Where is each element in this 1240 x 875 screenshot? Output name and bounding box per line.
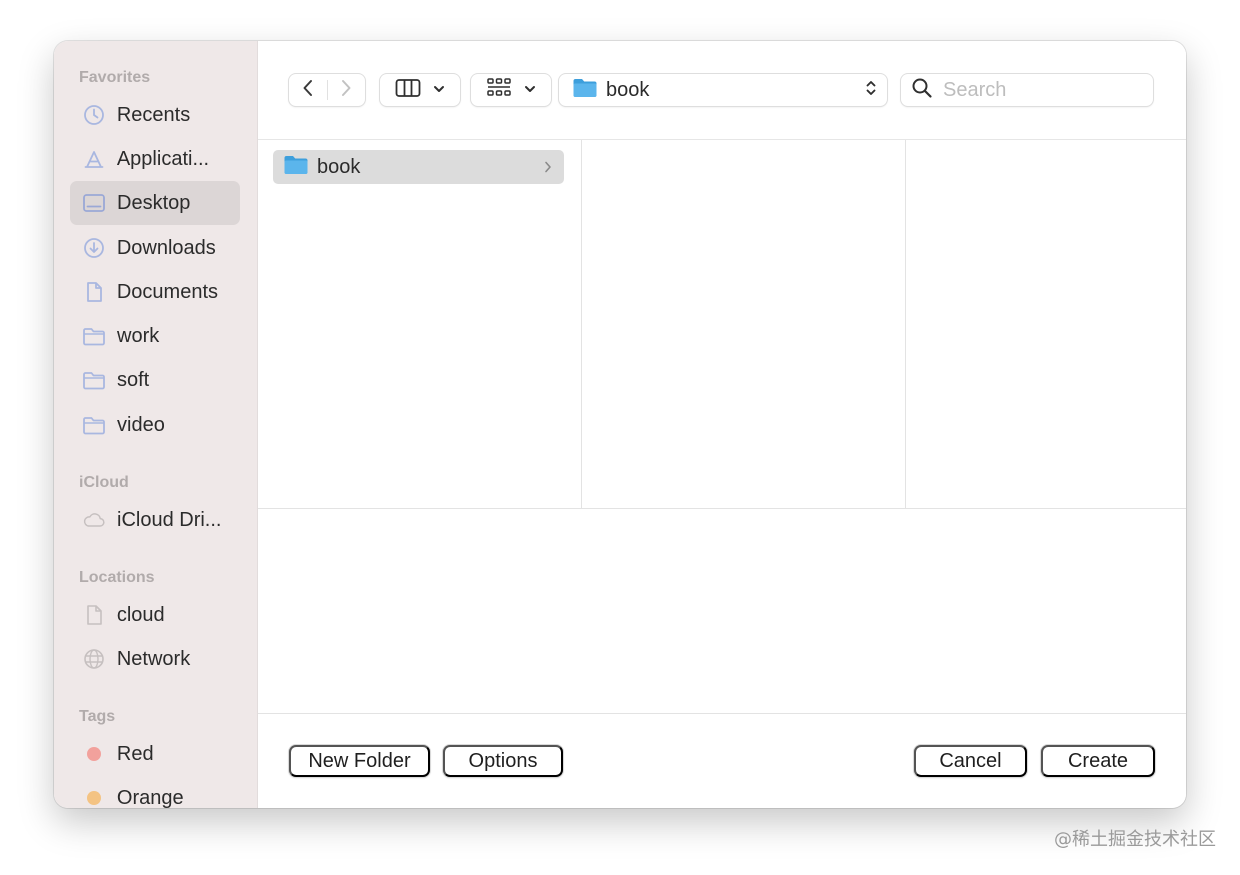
sidebar: Favorites Recents Applicati... Desktop D… [54, 41, 258, 808]
search-input[interactable] [941, 77, 1145, 103]
grid-icon [486, 77, 512, 104]
sidebar-item-label: Desktop [117, 191, 191, 214]
chevron-down-icon [524, 81, 536, 99]
forward-button[interactable] [327, 74, 365, 106]
chevron-right-icon [538, 160, 558, 174]
sidebar-item-label: Red [116, 742, 154, 765]
browser-column-3[interactable] [906, 140, 1186, 508]
sidebar-item-label: video [117, 413, 165, 436]
location-popup[interactable]: book [559, 74, 887, 106]
clock-icon [82, 103, 106, 127]
folder-icon [82, 368, 106, 392]
sidebar-item-soft[interactable]: soft [70, 358, 240, 402]
browser-column-1: book [258, 140, 582, 508]
sidebar-item-recents[interactable]: Recents [70, 93, 240, 137]
chevron-right-icon [340, 78, 352, 103]
folder-icon [283, 154, 309, 181]
sidebar-section-locations: Locations [79, 569, 155, 586]
column-view-button[interactable] [380, 74, 460, 106]
list-item-label: book [317, 155, 361, 178]
search-field[interactable] [901, 74, 1153, 106]
back-button[interactable] [289, 74, 327, 106]
chevron-left-icon [302, 78, 314, 103]
sidebar-item-documents[interactable]: Documents [70, 270, 240, 314]
group-by-button[interactable] [471, 74, 551, 106]
sidebar-item-label: cloud [116, 603, 165, 626]
cloud-icon [82, 508, 106, 532]
chevron-up-down-icon [865, 78, 877, 103]
watermark: @稀土掘金技术社区 [1054, 829, 1216, 850]
red-tag-dot-icon [87, 747, 101, 761]
sidebar-item-icloud-drive[interactable]: iCloud Dri... [70, 498, 240, 542]
folder-icon [82, 324, 106, 348]
download-icon [82, 236, 106, 260]
sidebar-item-cloud[interactable]: cloud [70, 593, 240, 637]
sidebar-item-label: Documents [116, 280, 218, 303]
toolbar: book [258, 41, 1186, 140]
sidebar-item-label: iCloud Dri... [117, 508, 222, 531]
sidebar-item-desktop[interactable]: Desktop [70, 181, 240, 225]
browser-column-2[interactable] [582, 140, 906, 508]
sidebar-section-tags: Tags [79, 708, 116, 725]
applications-icon [82, 147, 106, 171]
document-icon [82, 280, 106, 304]
sidebar-section-icloud: iCloud [79, 474, 129, 491]
folder-icon [82, 413, 106, 437]
sidebar-item-label: Downloads [116, 236, 216, 259]
chevron-down-icon [433, 81, 445, 99]
orange-tag-dot-icon [87, 791, 101, 805]
sidebar-item-label: Applicati... [116, 147, 210, 170]
sidebar-item-tag-red[interactable]: Red [70, 732, 240, 776]
dialog-footer: New Folder Options Cancel Create [258, 713, 1186, 808]
search-icon [911, 77, 933, 104]
folder-icon [572, 77, 598, 104]
document-icon [82, 603, 106, 627]
sidebar-item-network[interactable]: Network [70, 637, 240, 681]
desktop-icon [82, 191, 106, 215]
create-button[interactable]: Create [1041, 745, 1155, 777]
cancel-button[interactable]: Cancel [914, 745, 1027, 777]
globe-icon [82, 647, 106, 671]
sidebar-item-downloads[interactable]: Downloads [70, 226, 240, 270]
sidebar-item-label: work [117, 324, 160, 347]
sidebar-item-label: Recents [116, 103, 191, 126]
sidebar-item-work[interactable]: work [70, 314, 240, 358]
sidebar-item-label: Orange [116, 786, 184, 809]
sidebar-item-video[interactable]: video [70, 403, 240, 447]
save-dialog: Favorites Recents Applicati... Desktop D… [54, 41, 1186, 808]
sidebar-item-applications[interactable]: Applicati... [70, 137, 240, 181]
options-button[interactable]: Options [443, 745, 563, 777]
sidebar-item-tag-orange[interactable]: Orange [70, 776, 240, 808]
location-label: book [606, 78, 650, 101]
list-item[interactable]: book [273, 150, 564, 184]
sidebar-item-label: Network [116, 647, 191, 670]
column-browser: book [258, 140, 1186, 509]
columns-icon [395, 78, 421, 103]
new-folder-button[interactable]: New Folder [289, 745, 430, 777]
navigation-buttons [289, 74, 365, 106]
sidebar-item-label: soft [117, 368, 150, 391]
sidebar-section-favorites: Favorites [79, 69, 151, 86]
